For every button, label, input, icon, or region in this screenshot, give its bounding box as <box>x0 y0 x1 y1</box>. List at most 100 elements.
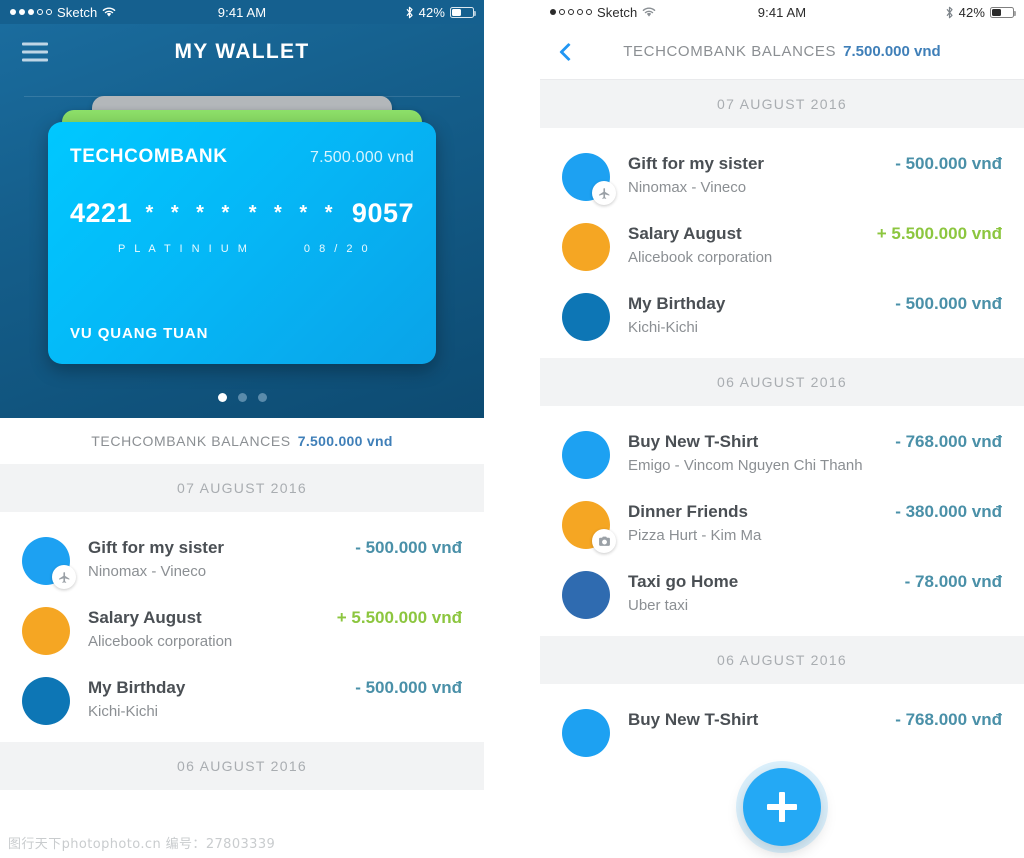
navigation-bar: TECHCOMBANK BALANCES 7.500.000 vnd <box>540 24 1024 80</box>
transaction-title: Gift for my sister <box>628 154 765 173</box>
transaction-text: Taxi go Home Uber taxi <box>610 571 905 617</box>
credit-card-stack[interactable]: TECHCOMBANK 7.500.000 vnd 4221 * * * * *… <box>48 96 436 364</box>
hamburger-menu-icon[interactable] <box>22 42 48 62</box>
transaction-title: Buy New T-Shirt <box>628 432 759 451</box>
transaction-text: Gift for my sister Ninomax - Vineco <box>70 537 355 583</box>
bluetooth-icon <box>406 6 413 18</box>
phone-screen-wallet: Sketch 9:41 AM 42% MY WALLET TECHCOMBANK… <box>0 0 484 858</box>
date-header: 06 AUGUST 2016 <box>540 636 1024 684</box>
pager-dot-2[interactable] <box>237 393 247 402</box>
card-tier-label: P L A T I N I U M <box>118 243 250 255</box>
credit-card-front[interactable]: TECHCOMBANK 7.500.000 vnd 4221 * * * * *… <box>48 122 436 364</box>
balances-label: TECHCOMBANK BALANCES <box>91 433 291 449</box>
battery-percent-label: 42% <box>958 4 985 20</box>
avatar-circle <box>562 293 610 341</box>
card-holder-name: VU QUANG TUAN <box>70 325 209 342</box>
date-header: 07 AUGUST 2016 <box>540 80 1024 128</box>
balances-value: 7.500.000 vnd <box>297 433 393 449</box>
wifi-icon <box>643 6 656 17</box>
card-number-group-2: * * * * <box>145 202 236 224</box>
transaction-title: Gift for my sister <box>88 538 225 557</box>
pager-dot-3[interactable] <box>257 393 267 402</box>
transaction-subtitle: Alicebook corporation <box>628 248 773 266</box>
avatar <box>562 571 610 619</box>
transaction-amount: - 78.000 vnđ <box>904 572 1002 591</box>
avatar-circle <box>562 571 610 619</box>
wallet-hero: MY WALLET TECHCOMBANK 7.500.000 vnd 4221… <box>0 24 484 418</box>
transaction-text: Salary August Alicebook corporation <box>70 607 337 653</box>
bluetooth-icon <box>946 6 953 18</box>
navigation-bar: MY WALLET <box>0 24 484 80</box>
status-bar-right: Sketch 9:41 AM 42% <box>540 0 1024 24</box>
carrier-label: Sketch <box>597 4 638 20</box>
status-bar-left-group: Sketch <box>550 5 656 20</box>
status-bar-right-group: 42% <box>405 4 476 20</box>
transaction-title: My Birthday <box>88 678 186 697</box>
avatar <box>562 709 610 757</box>
transaction-subtitle: Ninomax - Vineco <box>88 562 207 580</box>
airplane-icon <box>52 565 76 589</box>
card-bank-name: TECHCOMBANK <box>70 146 228 167</box>
transaction-amount: - 500.000 vnđ <box>355 678 462 697</box>
transaction-amount: - 500.000 vnđ <box>895 294 1002 313</box>
avatar <box>562 223 610 271</box>
card-number: 4221 * * * * * * * * 9057 <box>70 198 414 229</box>
transaction-text: Salary August Alicebook corporation <box>610 223 877 269</box>
battery-percent-label: 42% <box>418 4 445 20</box>
signal-strength-icon <box>10 9 52 15</box>
transaction-title: Salary August <box>88 608 202 627</box>
transaction-row[interactable]: Gift for my sister Ninomax - Vineco - 50… <box>0 526 484 596</box>
transaction-text: Dinner Friends Pizza Hurt - Kim Ma <box>610 501 895 547</box>
transaction-row[interactable]: Buy New T-Shirt Emigo - Vincom Nguyen Ch… <box>540 420 1024 490</box>
transaction-text: Buy New T-Shirt Emigo - Vincom Nguyen Ch… <box>610 431 895 477</box>
transaction-row[interactable]: Dinner Friends Pizza Hurt - Kim Ma - 380… <box>540 490 1024 560</box>
carrier-label: Sketch <box>57 4 98 20</box>
transaction-text: My Birthday Kichi-Kichi <box>610 293 895 339</box>
avatar-circle <box>562 223 610 271</box>
transaction-subtitle: Kichi-Kichi <box>628 318 699 336</box>
transaction-title: Taxi go Home <box>628 572 739 591</box>
transaction-row[interactable]: Salary August Alicebook corporation + 5.… <box>540 212 1024 282</box>
battery-icon <box>990 6 1016 18</box>
phone-screen-transactions: Sketch 9:41 AM 42% TECHCOMBANK BALANCES … <box>540 0 1024 858</box>
transaction-row[interactable]: Gift for my sister Ninomax - Vineco - 50… <box>540 142 1024 212</box>
transaction-row[interactable]: Salary August Alicebook corporation + 5.… <box>0 596 484 666</box>
card-pager-dots[interactable] <box>0 393 484 402</box>
airplane-icon <box>592 181 616 205</box>
avatar <box>22 607 70 655</box>
balances-value: 7.500.000 vnd <box>843 43 941 60</box>
transaction-subtitle: Uber taxi <box>628 596 689 614</box>
transaction-amount: - 380.000 vnđ <box>895 502 1002 521</box>
transaction-title: Salary August <box>628 224 742 243</box>
avatar-circle <box>22 607 70 655</box>
transaction-title: Dinner Friends <box>628 502 748 521</box>
transaction-row[interactable]: Taxi go Home Uber taxi - 78.000 vnđ <box>540 560 1024 630</box>
add-transaction-button[interactable] <box>743 768 821 846</box>
date-header: 07 AUGUST 2016 <box>0 464 484 512</box>
status-bar-left-group: Sketch <box>10 5 116 20</box>
avatar <box>562 431 610 479</box>
transaction-amount: + 5.500.000 vnđ <box>336 608 462 627</box>
page-title: MY WALLET <box>174 40 310 63</box>
transaction-row[interactable]: Buy New T-Shirt - 768.000 vnđ <box>540 698 1024 768</box>
pager-dot-1[interactable] <box>217 393 227 402</box>
avatar-circle <box>22 677 70 725</box>
transaction-title: My Birthday <box>628 294 726 313</box>
transaction-list: Buy New T-Shirt - 768.000 vnđ <box>540 684 1024 774</box>
avatar <box>562 293 610 341</box>
signal-strength-icon <box>550 9 592 15</box>
card-balance: 7.500.000 vnd <box>309 149 414 166</box>
transaction-text: My Birthday Kichi-Kichi <box>70 677 355 723</box>
transaction-amount: - 500.000 vnđ <box>895 154 1002 173</box>
camera-icon <box>592 529 616 553</box>
transaction-amount: - 500.000 vnđ <box>355 538 462 557</box>
transaction-subtitle: Alicebook corporation <box>88 632 233 650</box>
card-top-row: TECHCOMBANK 7.500.000 vnd <box>70 146 414 168</box>
card-number-group-3: * * * * <box>248 202 339 224</box>
watermark-text: 图行天下photophoto.cn 编号：27803339 <box>8 837 276 852</box>
chevron-left-icon[interactable] <box>559 42 578 61</box>
transaction-row[interactable]: My Birthday Kichi-Kichi - 500.000 vnđ <box>0 666 484 736</box>
avatar <box>22 677 70 725</box>
plus-icon-vertical <box>779 792 785 822</box>
transaction-row[interactable]: My Birthday Kichi-Kichi - 500.000 vnđ <box>540 282 1024 352</box>
